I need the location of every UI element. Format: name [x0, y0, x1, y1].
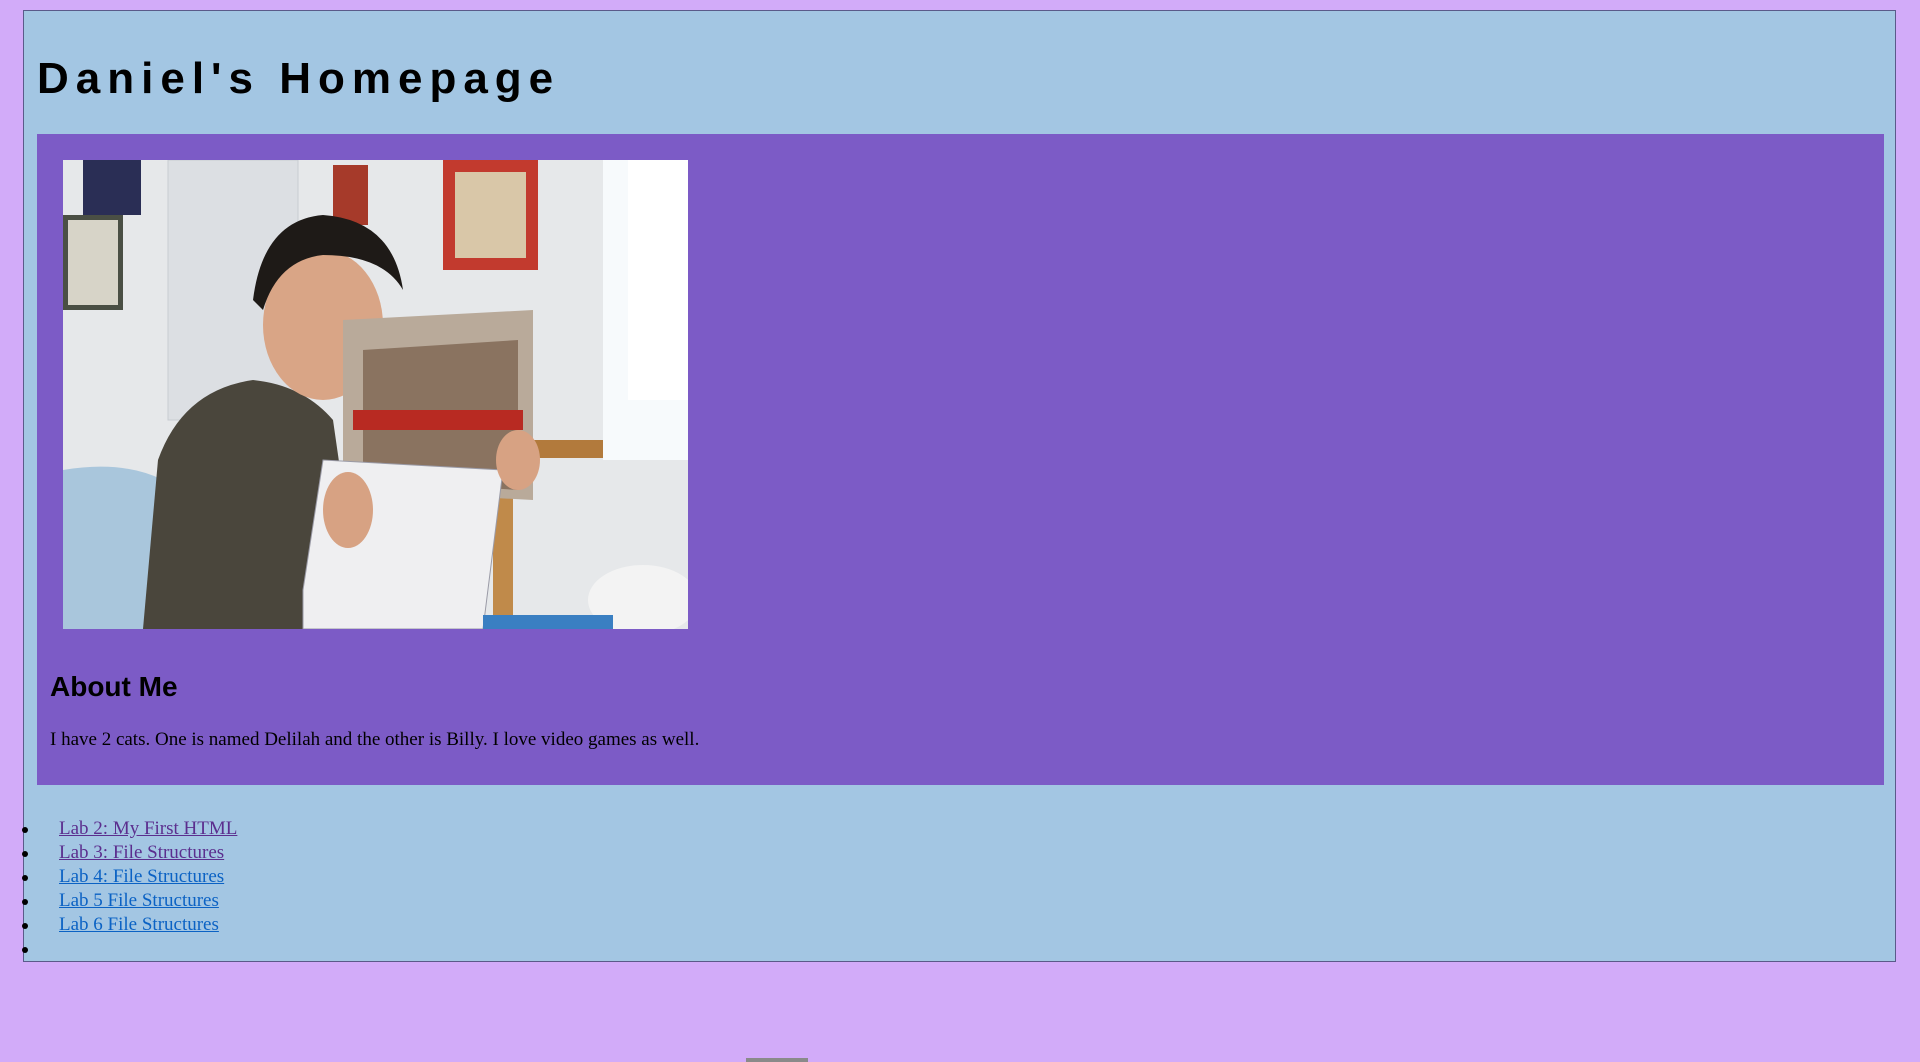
lab-5-link[interactable]: Lab 5 File Structures	[59, 890, 219, 911]
profile-photo	[63, 160, 688, 629]
list-item: Lab 4: File Structures	[21, 865, 237, 889]
horizontal-scrollbar-thumb[interactable]	[746, 1058, 808, 1062]
lab-4-link[interactable]: Lab 4: File Structures	[59, 866, 224, 887]
list-item: Lab 6 File Structures	[21, 913, 237, 937]
lab-2-link[interactable]: Lab 2: My First HTML	[59, 818, 237, 839]
about-heading: About Me	[50, 671, 178, 702]
list-item: Lab 5 File Structures	[21, 889, 237, 913]
lab-links-list: Lab 2: My First HTML Lab 3: File Structu…	[21, 817, 237, 961]
page-title: Daniel's Homepage	[37, 54, 561, 103]
about-text: I have 2 cats. One is named Delilah and …	[50, 729, 700, 750]
page-container: Daniel's Homepage About Me I have 2 cats…	[21, 10, 1896, 962]
lab-3-link[interactable]: Lab 3: File Structures	[59, 842, 224, 863]
list-item: Lab 3: File Structures	[21, 841, 237, 865]
lab-6-link[interactable]: Lab 6 File Structures	[59, 914, 219, 935]
list-item: Lab 2: My First HTML	[21, 817, 237, 841]
empty-list-item	[21, 937, 237, 961]
about-section: About Me I have 2 cats. One is named Del…	[37, 134, 1884, 785]
